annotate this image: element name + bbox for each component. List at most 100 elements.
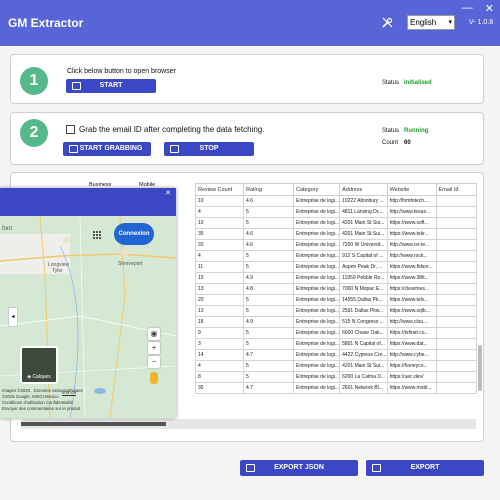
table-cell bbox=[435, 217, 477, 229]
layers-button[interactable]: ◈ Calques bbox=[20, 346, 58, 384]
column-header[interactable]: Review Count bbox=[195, 183, 244, 196]
vertical-scrollbar[interactable] bbox=[477, 195, 483, 395]
tools-icon[interactable] bbox=[382, 17, 393, 28]
table-row[interactable]: 9 5 Entreprise de logi... 6600 Chase Oak...… bbox=[195, 327, 477, 339]
table-row[interactable]: 4 5 Entreprise de logi... 912 S Capital of … bbox=[195, 250, 477, 262]
table-cell: https://www.mobl... bbox=[386, 382, 437, 394]
table-cell bbox=[435, 349, 477, 361]
start-grabbing-button[interactable]: START GRABBING bbox=[63, 142, 151, 156]
zoom-out-button[interactable]: − bbox=[148, 356, 160, 368]
street-view-pegman-icon[interactable] bbox=[150, 372, 158, 384]
table-row[interactable]: 8 5 Entreprise de logi... 6200 La Calma D..… bbox=[195, 371, 477, 383]
column-header[interactable]: Category bbox=[292, 183, 341, 196]
step1-card: 1 Click below button to open browser STA… bbox=[10, 54, 484, 104]
table-cell: 4.6 bbox=[243, 195, 294, 207]
map-place-tyler: Tyler bbox=[52, 268, 63, 274]
map-scale: 100 km bbox=[62, 390, 77, 396]
table-row[interactable]: 10 4.9 Entreprise de logi... 11959 Pebble R… bbox=[195, 272, 477, 284]
map-feedback-link[interactable]: Envoyer des commentaires sur le produit bbox=[2, 406, 176, 412]
table-cell bbox=[435, 250, 477, 262]
step1-status-value: Initialised bbox=[404, 80, 432, 86]
table-row[interactable]: 4 5 Entreprise de logi... 4811 Lansing Dr,.… bbox=[195, 206, 477, 218]
table-cell: https://www.telv... bbox=[386, 294, 437, 306]
table-cell: 4.9 bbox=[243, 272, 294, 284]
start-button[interactable]: START bbox=[66, 79, 156, 93]
map-place-shreveport: Shreveport bbox=[118, 261, 143, 267]
table-cell: https://www.tekr... bbox=[386, 228, 437, 240]
step1-number: 1 bbox=[20, 67, 48, 95]
step2-status-value: Running bbox=[404, 128, 429, 134]
start-button-label: START bbox=[99, 82, 123, 89]
table-cell bbox=[435, 371, 477, 383]
table-cell bbox=[435, 195, 477, 207]
scrollbar-thumb[interactable] bbox=[21, 422, 166, 426]
table-cell: 4.8 bbox=[243, 283, 294, 295]
horizontal-scrollbar[interactable] bbox=[21, 419, 476, 429]
table-cell: 4.7 bbox=[243, 382, 294, 394]
table-cell: Entreprise de logi... bbox=[292, 206, 341, 218]
table-cell: Entreprise de logi... bbox=[292, 217, 341, 229]
table-cell: 11959 Pebble Ro... bbox=[339, 272, 388, 284]
table-row[interactable]: 35 4.7 Entreprise de logi... 2601 Network B… bbox=[195, 382, 477, 394]
connexion-button[interactable]: Connexion bbox=[114, 223, 154, 245]
language-select[interactable]: English ▾ bbox=[407, 15, 455, 30]
minimize-button[interactable]: — bbox=[462, 2, 473, 15]
step2-number: 2 bbox=[20, 119, 48, 147]
table-cell: https://www.dat... bbox=[386, 338, 437, 350]
table-row[interactable]: 35 4.6 Entreprise de logi... 4201 Main St S… bbox=[195, 228, 477, 240]
table-cell: 5 bbox=[243, 294, 294, 306]
table-row[interactable]: 14 4.7 Entreprise de logi... 4422 Cypress C… bbox=[195, 349, 477, 361]
table-cell: Aspen Peak Dr, ... bbox=[339, 261, 388, 273]
table-row[interactable]: 10 4.6 Entreprise de logi... 10222 Altonbur… bbox=[195, 195, 477, 207]
grab-email-label: Grab the email ID after completing the d… bbox=[79, 125, 265, 134]
count-label: Count bbox=[382, 140, 399, 146]
table-cell: Entreprise de logi... bbox=[292, 360, 341, 372]
table-cell: http://www.clou... bbox=[386, 316, 437, 328]
stop-button[interactable]: STOP bbox=[164, 142, 254, 156]
table-row[interactable]: 4 5 Entreprise de logi... 4201 Main St Sui.… bbox=[195, 360, 477, 372]
table-cell: 4.6 bbox=[243, 239, 294, 251]
table-row[interactable]: 3 5 Entreprise de logi... 5801 N Capital of… bbox=[195, 338, 477, 350]
table-cell: 5 bbox=[243, 250, 294, 262]
results-table: Review Count Rating Category Address Web… bbox=[195, 183, 477, 394]
layers-label: Calques bbox=[32, 374, 51, 380]
step1-status-label: Status bbox=[382, 80, 400, 86]
column-header[interactable]: Website bbox=[386, 183, 437, 196]
table-cell: https://txfinet.co... bbox=[386, 327, 437, 339]
count-value: 60 bbox=[404, 140, 411, 146]
export-button[interactable]: EXPORT bbox=[366, 460, 484, 476]
close-window-button[interactable]: ✕ bbox=[485, 2, 494, 15]
apps-grid-icon[interactable] bbox=[93, 231, 101, 239]
zoom-in-button[interactable]: + bbox=[148, 342, 160, 354]
column-header[interactable]: Address bbox=[339, 183, 388, 196]
table-cell: http://fomfotech.... bbox=[386, 195, 437, 207]
locate-me-button[interactable]: ◉ bbox=[148, 328, 160, 340]
scrollbar-thumb[interactable] bbox=[478, 345, 482, 391]
table-row[interactable]: 20 5 Entreprise de logi... 14555 Dallas Pk.… bbox=[195, 294, 477, 306]
column-header[interactable]: Email Id bbox=[435, 183, 477, 196]
table-cell: 10222 Altonbury ... bbox=[339, 195, 388, 207]
grab-email-checkbox[interactable] bbox=[66, 125, 75, 134]
table-row[interactable]: 13 5 Entreprise de logi... 2591 Dallas Pkw.… bbox=[195, 305, 477, 317]
step2-status-label: Status bbox=[382, 128, 400, 134]
table-cell: 10 bbox=[195, 195, 244, 207]
side-panel-toggle[interactable]: ◂ bbox=[8, 307, 18, 327]
export-json-button[interactable]: EXPORT JSON bbox=[240, 460, 358, 476]
table-cell: 4201 Main St Sui... bbox=[339, 217, 388, 229]
table-row[interactable]: 33 4.6 Entreprise de logi... 7200 W Univers… bbox=[195, 239, 477, 251]
table-cell: 5 bbox=[243, 217, 294, 229]
column-header[interactable]: Rating bbox=[243, 183, 294, 196]
table-row[interactable]: 18 4.9 Entreprise de logi... 515 N Congress… bbox=[195, 316, 477, 328]
table-cell: 5 bbox=[243, 338, 294, 350]
table-row[interactable]: 13 4.8 Entreprise de logi... 7000 N Mopac E… bbox=[195, 283, 477, 295]
table-row[interactable]: 10 5 Entreprise de logi... 4201 Main St Sui… bbox=[195, 217, 477, 229]
table-cell: 5 bbox=[243, 371, 294, 383]
table-cell: https://clearmes... bbox=[386, 283, 437, 295]
version-label: V- 1.0.8 bbox=[469, 19, 494, 26]
table-cell: 2591 Dallas Pkw... bbox=[339, 305, 388, 317]
table-cell: 9 bbox=[195, 327, 244, 339]
table-cell: Entreprise de logi... bbox=[292, 338, 341, 350]
table-row[interactable]: 11 5 Entreprise de logi... Aspen Peak Dr, .… bbox=[195, 261, 477, 273]
table-cell: http://www.rock... bbox=[386, 250, 437, 262]
close-icon[interactable]: ✕ bbox=[165, 189, 171, 197]
